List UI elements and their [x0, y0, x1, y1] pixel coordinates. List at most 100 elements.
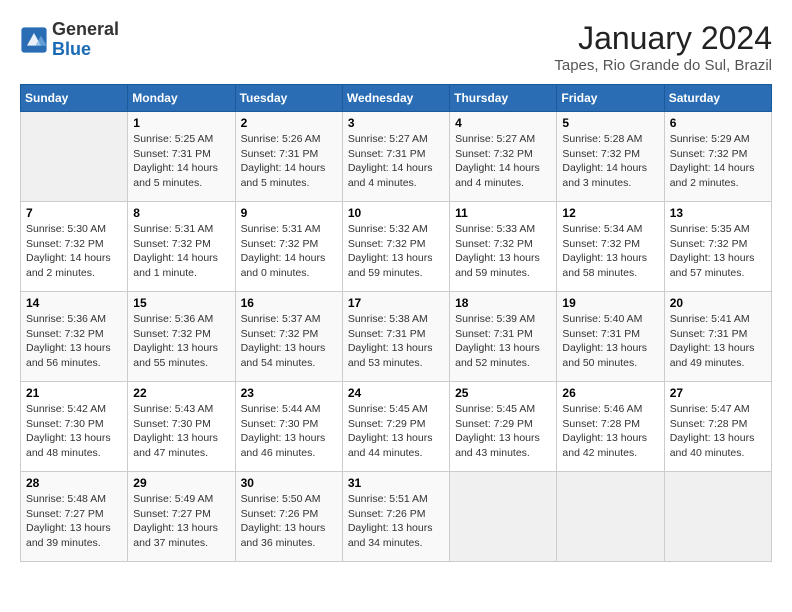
day-info: Sunrise: 5:32 AMSunset: 7:32 PMDaylight:… [348, 222, 444, 281]
day-number: 21 [26, 386, 122, 400]
day-number: 13 [670, 206, 766, 220]
day-number: 2 [241, 116, 337, 130]
calendar-week-row: 21 Sunrise: 5:42 AMSunset: 7:30 PMDayligh… [21, 382, 772, 472]
calendar-cell [21, 112, 128, 202]
logo-general-text: General [52, 19, 119, 39]
calendar-week-row: 14Sunrise: 5:36 AMSunset: 7:32 PMDayligh… [21, 292, 772, 382]
calendar-cell [557, 472, 664, 562]
day-info: Sunrise: 5:43 AMSunset: 7:30 PMDaylight:… [133, 402, 229, 461]
calendar-cell: 7 Sunrise: 5:30 AMSunset: 7:32 PMDaylight… [21, 202, 128, 292]
day-info: Sunrise: 5:49 AMSunset: 7:27 PMDaylight:… [133, 492, 229, 551]
day-info: Sunrise: 5:34 AMSunset: 7:32 PMDaylight:… [562, 222, 658, 281]
day-number: 8 [133, 206, 229, 220]
day-info: Sunrise: 5:27 AMSunset: 7:32 PMDaylight:… [455, 132, 551, 191]
day-number: 26 [562, 386, 658, 400]
calendar-cell: 13Sunrise: 5:35 AMSunset: 7:32 PMDayligh… [664, 202, 771, 292]
calendar-cell: 31 Sunrise: 5:51 AMSunset: 7:26 PMDayligh… [342, 472, 449, 562]
calendar-week-row: 7 Sunrise: 5:30 AMSunset: 7:32 PMDaylight… [21, 202, 772, 292]
day-info: Sunrise: 5:51 AMSunset: 7:26 PMDaylight:… [348, 492, 444, 551]
day-number: 31 [348, 476, 444, 490]
calendar-cell: 16 Sunrise: 5:37 AMSunset: 7:32 PMDayligh… [235, 292, 342, 382]
weekday-header-monday: Monday [128, 85, 235, 112]
calendar-cell: 8 Sunrise: 5:31 AMSunset: 7:32 PMDaylight… [128, 202, 235, 292]
calendar-week-row: 1Sunrise: 5:25 AMSunset: 7:31 PMDaylight… [21, 112, 772, 202]
day-info: Sunrise: 5:48 AMSunset: 7:27 PMDaylight:… [26, 492, 122, 551]
calendar-cell [450, 472, 557, 562]
day-info: Sunrise: 5:39 AMSunset: 7:31 PMDaylight:… [455, 312, 551, 371]
day-info: Sunrise: 5:42 AMSunset: 7:30 PMDaylight:… [26, 402, 122, 461]
calendar-cell: 23 Sunrise: 5:44 AMSunset: 7:30 PMDayligh… [235, 382, 342, 472]
day-info: Sunrise: 5:44 AMSunset: 7:30 PMDaylight:… [241, 402, 337, 461]
calendar-cell: 29Sunrise: 5:49 AMSunset: 7:27 PMDayligh… [128, 472, 235, 562]
calendar-cell: 30 Sunrise: 5:50 AMSunset: 7:26 PMDayligh… [235, 472, 342, 562]
day-info: Sunrise: 5:28 AMSunset: 7:32 PMDaylight:… [562, 132, 658, 191]
calendar-cell: 24Sunrise: 5:45 AMSunset: 7:29 PMDayligh… [342, 382, 449, 472]
day-number: 11 [455, 206, 551, 220]
day-number: 9 [241, 206, 337, 220]
weekday-header-sunday: Sunday [21, 85, 128, 112]
day-info: Sunrise: 5:45 AMSunset: 7:29 PMDaylight:… [348, 402, 444, 461]
calendar-cell [664, 472, 771, 562]
day-info: Sunrise: 5:33 AMSunset: 7:32 PMDaylight:… [455, 222, 551, 281]
day-info: Sunrise: 5:46 AMSunset: 7:28 PMDaylight:… [562, 402, 658, 461]
weekday-header-saturday: Saturday [664, 85, 771, 112]
day-number: 10 [348, 206, 444, 220]
logo: General Blue [20, 20, 119, 60]
weekday-header-friday: Friday [557, 85, 664, 112]
day-info: Sunrise: 5:38 AMSunset: 7:31 PMDaylight:… [348, 312, 444, 371]
logo-icon [20, 26, 48, 54]
day-info: Sunrise: 5:37 AMSunset: 7:32 PMDaylight:… [241, 312, 337, 371]
day-info: Sunrise: 5:36 AMSunset: 7:32 PMDaylight:… [133, 312, 229, 371]
day-number: 27 [670, 386, 766, 400]
calendar-cell: 9Sunrise: 5:31 AMSunset: 7:32 PMDaylight… [235, 202, 342, 292]
calendar-week-row: 28 Sunrise: 5:48 AMSunset: 7:27 PMDayligh… [21, 472, 772, 562]
day-info: Sunrise: 5:47 AMSunset: 7:28 PMDaylight:… [670, 402, 766, 461]
calendar-cell: 3Sunrise: 5:27 AMSunset: 7:31 PMDaylight… [342, 112, 449, 202]
day-info: Sunrise: 5:36 AMSunset: 7:32 PMDaylight:… [26, 312, 122, 371]
calendar-cell: 1Sunrise: 5:25 AMSunset: 7:31 PMDaylight… [128, 112, 235, 202]
header: General Blue January 2024 Tapes, Rio Gra… [20, 20, 772, 74]
day-number: 22 [133, 386, 229, 400]
day-info: Sunrise: 5:26 AMSunset: 7:31 PMDaylight:… [241, 132, 337, 191]
weekday-header-thursday: Thursday [450, 85, 557, 112]
calendar-cell: 26 Sunrise: 5:46 AMSunset: 7:28 PMDayligh… [557, 382, 664, 472]
calendar-cell: 10 Sunrise: 5:32 AMSunset: 7:32 PMDayligh… [342, 202, 449, 292]
calendar-cell: 18 Sunrise: 5:39 AMSunset: 7:31 PMDayligh… [450, 292, 557, 382]
month-title: January 2024 [554, 20, 772, 57]
calendar-header-row: SundayMondayTuesdayWednesdayThursdayFrid… [21, 85, 772, 112]
day-number: 23 [241, 386, 337, 400]
day-info: Sunrise: 5:29 AMSunset: 7:32 PMDaylight:… [670, 132, 766, 191]
location-title: Tapes, Rio Grande do Sul, Brazil [554, 57, 772, 74]
calendar-cell: 19Sunrise: 5:40 AMSunset: 7:31 PMDayligh… [557, 292, 664, 382]
day-number: 4 [455, 116, 551, 130]
day-info: Sunrise: 5:50 AMSunset: 7:26 PMDaylight:… [241, 492, 337, 551]
day-number: 6 [670, 116, 766, 130]
day-number: 1 [133, 116, 229, 130]
day-number: 30 [241, 476, 337, 490]
day-number: 18 [455, 296, 551, 310]
calendar-cell: 4 Sunrise: 5:27 AMSunset: 7:32 PMDaylight… [450, 112, 557, 202]
calendar-cell: 22 Sunrise: 5:43 AMSunset: 7:30 PMDayligh… [128, 382, 235, 472]
logo-blue-text: Blue [52, 39, 91, 59]
title-block: January 2024 Tapes, Rio Grande do Sul, B… [554, 20, 772, 74]
day-number: 7 [26, 206, 122, 220]
day-number: 25 [455, 386, 551, 400]
weekday-header-wednesday: Wednesday [342, 85, 449, 112]
day-number: 17 [348, 296, 444, 310]
weekday-header-tuesday: Tuesday [235, 85, 342, 112]
calendar-cell: 17 Sunrise: 5:38 AMSunset: 7:31 PMDayligh… [342, 292, 449, 382]
calendar-cell: 2 Sunrise: 5:26 AMSunset: 7:31 PMDaylight… [235, 112, 342, 202]
day-number: 5 [562, 116, 658, 130]
day-number: 28 [26, 476, 122, 490]
day-info: Sunrise: 5:31 AMSunset: 7:32 PMDaylight:… [133, 222, 229, 281]
calendar-cell: 5 Sunrise: 5:28 AMSunset: 7:32 PMDaylight… [557, 112, 664, 202]
day-number: 20 [670, 296, 766, 310]
calendar-cell: 15Sunrise: 5:36 AMSunset: 7:32 PMDayligh… [128, 292, 235, 382]
calendar-cell: 28 Sunrise: 5:48 AMSunset: 7:27 PMDayligh… [21, 472, 128, 562]
day-number: 16 [241, 296, 337, 310]
calendar-cell: 21 Sunrise: 5:42 AMSunset: 7:30 PMDayligh… [21, 382, 128, 472]
day-info: Sunrise: 5:41 AMSunset: 7:31 PMDaylight:… [670, 312, 766, 371]
calendar-cell: 11 Sunrise: 5:33 AMSunset: 7:32 PMDayligh… [450, 202, 557, 292]
day-info: Sunrise: 5:30 AMSunset: 7:32 PMDaylight:… [26, 222, 122, 281]
calendar-cell: 6 Sunrise: 5:29 AMSunset: 7:32 PMDaylight… [664, 112, 771, 202]
